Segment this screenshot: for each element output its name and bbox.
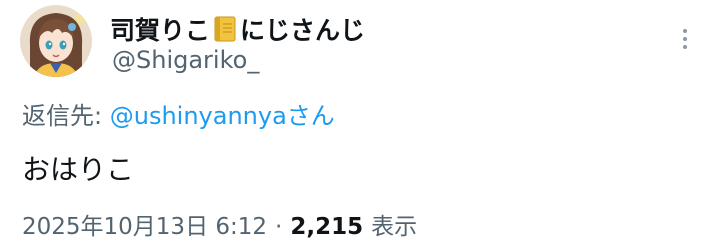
tweet-timestamp[interactable]: 2025年10月13日 6:12: [22, 207, 267, 241]
anime-character-avatar-icon: [20, 5, 92, 77]
meta-separator: ·: [275, 214, 283, 240]
reply-prefix: 返信先:: [22, 102, 103, 130]
more-dot-icon: [683, 29, 687, 33]
views-count: 2,215: [290, 214, 364, 240]
reply-target-link[interactable]: @ushinyannyaさん: [110, 102, 335, 130]
more-dot-icon: [683, 37, 687, 41]
display-name-text: 司賀りこ: [110, 16, 211, 45]
more-options-button[interactable]: [676, 22, 694, 56]
user-handle[interactable]: @Shigariko_: [112, 46, 259, 74]
reply-target-handle: @ushinyannya: [109, 102, 287, 130]
reply-to-line: 返信先: @ushinyannyaさん: [22, 96, 335, 131]
tweet-text: おはりこ: [22, 153, 135, 186]
more-dot-icon: [683, 45, 687, 49]
reply-target-suffix: さん: [286, 102, 335, 130]
display-name-suffix: にじさんじ: [240, 16, 366, 45]
avatar[interactable]: [20, 5, 92, 77]
tweet-meta: 2025年10月13日 6:12 · 2,215 表示: [22, 207, 417, 241]
display-name[interactable]: 司賀りこ にじさんじ: [110, 10, 365, 48]
views-label: 表示: [371, 214, 418, 240]
notebook-icon: [212, 15, 238, 43]
